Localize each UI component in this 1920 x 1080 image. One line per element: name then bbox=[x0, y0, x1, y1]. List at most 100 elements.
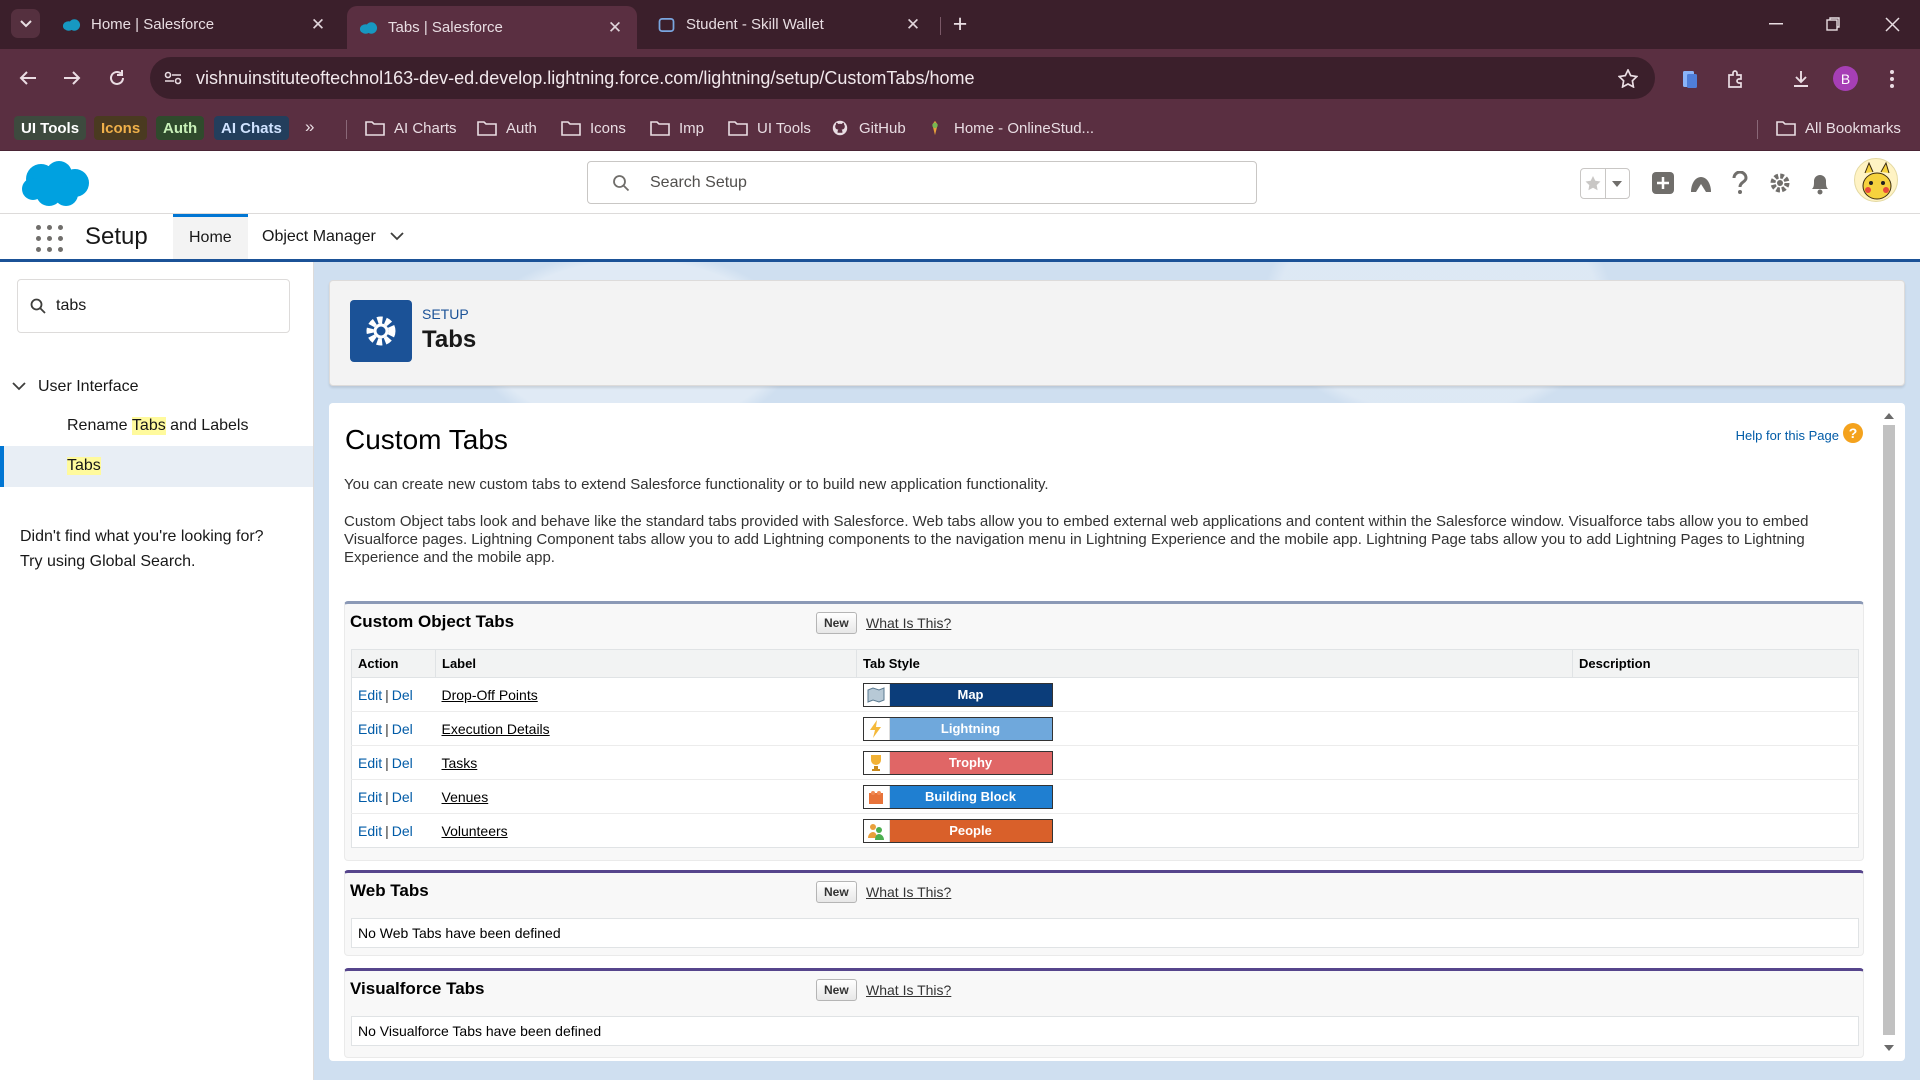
new-tab-plus-icon[interactable]: + bbox=[947, 12, 973, 38]
delete-link[interactable]: Del bbox=[392, 789, 413, 805]
help-question-icon[interactable]: ? bbox=[1843, 423, 1863, 443]
tree-item-tabs[interactable]: Tabs bbox=[67, 457, 101, 475]
user-avatar[interactable] bbox=[1854, 158, 1898, 202]
setup-nav-bar: Setup Home Object Manager bbox=[0, 214, 1920, 262]
site-info-icon[interactable] bbox=[158, 63, 188, 93]
chevron-down-icon[interactable] bbox=[390, 228, 404, 246]
minimize-icon[interactable] bbox=[1756, 10, 1796, 38]
scrollbar-thumb[interactable] bbox=[1883, 425, 1895, 1035]
folder-icon bbox=[561, 121, 581, 136]
description-cell bbox=[1572, 745, 1859, 780]
back-arrow-icon[interactable] bbox=[13, 63, 43, 93]
salesforce-logo[interactable] bbox=[19, 159, 91, 209]
edit-link[interactable]: Edit bbox=[358, 721, 382, 737]
profile-avatar[interactable]: B bbox=[1833, 66, 1858, 91]
tree-item-label-prefix: Rename bbox=[67, 417, 132, 434]
label-cell: Venues bbox=[435, 779, 857, 814]
forward-arrow-icon[interactable] bbox=[57, 63, 87, 93]
tab-label-link[interactable]: Tasks bbox=[442, 755, 478, 771]
bookmark-chip-ui-tools[interactable]: UI Tools bbox=[14, 116, 87, 140]
label-cell: Execution Details bbox=[435, 711, 857, 746]
app-launcher-grid-icon[interactable] bbox=[36, 225, 63, 252]
edit-link[interactable]: Edit bbox=[358, 823, 382, 839]
bookmark-chip-icons[interactable]: Icons bbox=[94, 116, 148, 140]
delete-link[interactable]: Del bbox=[392, 755, 413, 771]
edit-link[interactable]: Edit bbox=[358, 687, 382, 703]
notifications-bell-icon[interactable] bbox=[1805, 168, 1835, 198]
bookmark-github[interactable]: GitHub bbox=[830, 115, 906, 141]
close-tab-icon[interactable]: ✕ bbox=[308, 15, 328, 35]
browser-tab-tabs-salesforce[interactable]: Tabs | Salesforce ✕ bbox=[347, 6, 637, 49]
edit-link[interactable]: Edit bbox=[358, 755, 382, 771]
content-scrollbar[interactable] bbox=[1881, 411, 1895, 1051]
tree-item-tabs-selected[interactable] bbox=[0, 446, 313, 487]
setup-gear-icon[interactable] bbox=[1765, 168, 1795, 198]
favorites-dropdown-icon[interactable] bbox=[1604, 169, 1629, 198]
close-tab-icon[interactable]: ✕ bbox=[605, 18, 625, 38]
restore-icon[interactable] bbox=[1813, 10, 1853, 38]
bookmark-star-icon[interactable] bbox=[1613, 63, 1643, 93]
more-bookmarks-chevron-icon[interactable]: » bbox=[305, 117, 314, 137]
salesforce-cloud-icon bbox=[359, 21, 378, 34]
close-window-icon[interactable] bbox=[1872, 10, 1912, 38]
browser-toolbar: vishnuinstituteoftechnol163-dev-ed.devel… bbox=[0, 49, 1920, 107]
scroll-up-arrow-icon[interactable] bbox=[1884, 413, 1894, 419]
scroll-down-arrow-icon[interactable] bbox=[1884, 1045, 1894, 1051]
bookmark-onlinestud[interactable]: Home - OnlineStud... bbox=[925, 115, 1094, 141]
trailhead-icon[interactable] bbox=[1686, 168, 1716, 198]
what-is-this-link[interactable]: What Is This? bbox=[866, 615, 951, 631]
what-is-this-link[interactable]: What Is This? bbox=[866, 982, 951, 998]
favorites-star-icon[interactable] bbox=[1581, 169, 1605, 198]
help-for-this-page-link[interactable]: Help for this Page bbox=[1736, 428, 1839, 443]
extension-docs-icon[interactable] bbox=[1675, 64, 1705, 94]
tab-home[interactable]: Home bbox=[173, 214, 248, 259]
tab-search-chevron-icon[interactable] bbox=[11, 9, 40, 38]
block-title: Custom Object Tabs bbox=[350, 612, 515, 631]
help-question-icon[interactable] bbox=[1725, 168, 1755, 198]
tab-object-manager[interactable]: Object Manager bbox=[262, 214, 404, 259]
tab-style-name: People bbox=[949, 823, 992, 838]
tab-label-link[interactable]: Venues bbox=[442, 789, 489, 805]
what-is-this-link[interactable]: What Is This? bbox=[866, 884, 951, 900]
new-visualforce-tab-button[interactable]: New bbox=[816, 979, 857, 1001]
edit-link[interactable]: Edit bbox=[358, 789, 382, 805]
new-web-tab-button[interactable]: New bbox=[816, 881, 857, 903]
tab-label-link[interactable]: Volunteers bbox=[442, 823, 508, 839]
favorites-button-group[interactable] bbox=[1580, 168, 1630, 199]
bookmark-chip-ai-chats[interactable]: AI Chats bbox=[214, 116, 289, 140]
global-actions-plus-icon[interactable] bbox=[1648, 168, 1678, 198]
delete-link[interactable]: Del bbox=[392, 721, 413, 737]
all-bookmarks[interactable]: All Bookmarks bbox=[1776, 115, 1901, 141]
extensions-puzzle-icon[interactable] bbox=[1721, 64, 1751, 94]
tab-label-link[interactable]: Execution Details bbox=[442, 721, 550, 737]
browser-tab-skill-wallet[interactable]: Student - Skill Wallet ✕ bbox=[645, 6, 935, 43]
new-custom-object-tab-button[interactable]: New bbox=[816, 612, 857, 634]
download-icon[interactable] bbox=[1786, 64, 1816, 94]
setup-tree-sidebar: User Interface Rename Tabs and Labels Ta… bbox=[0, 262, 314, 1080]
bookmark-folder-ai-charts[interactable]: AI Charts bbox=[365, 115, 457, 141]
close-tab-icon[interactable]: ✕ bbox=[903, 15, 923, 35]
quick-find-input[interactable] bbox=[56, 297, 256, 315]
chevron-down-icon[interactable] bbox=[12, 378, 26, 396]
bookmark-folder-ui-tools[interactable]: UI Tools bbox=[728, 115, 811, 141]
table-row: Edit | Del Tasks Trophy bbox=[351, 745, 1859, 780]
browser-tab-home-salesforce[interactable]: Home | Salesforce ✕ bbox=[50, 6, 340, 43]
url-text: vishnuinstituteoftechnol163-dev-ed.devel… bbox=[196, 67, 975, 88]
tab-style-swatch: Map bbox=[862, 682, 1053, 707]
quick-find-box[interactable] bbox=[17, 279, 290, 333]
delete-link[interactable]: Del bbox=[392, 687, 413, 703]
browser-menu-icon[interactable] bbox=[1877, 64, 1907, 94]
tree-item-rename-tabs-and-labels[interactable]: Rename Tabs and Labels bbox=[67, 417, 248, 435]
bookmark-folder-auth[interactable]: Auth bbox=[477, 115, 537, 141]
bookmark-folder-icons[interactable]: Icons bbox=[561, 115, 626, 141]
reload-icon[interactable] bbox=[102, 63, 132, 93]
address-bar[interactable]: vishnuinstituteoftechnol163-dev-ed.devel… bbox=[150, 57, 1655, 99]
tree-node-user-interface[interactable]: User Interface bbox=[12, 378, 138, 396]
bookmark-chip-auth[interactable]: Auth bbox=[156, 116, 205, 140]
setup-search-input[interactable]: Search Setup bbox=[587, 161, 1257, 204]
setup-gear-icon bbox=[350, 300, 412, 362]
delete-link[interactable]: Del bbox=[392, 823, 413, 839]
bookmark-label: AI Chats bbox=[221, 119, 282, 137]
bookmark-folder-imp[interactable]: Imp bbox=[650, 115, 704, 141]
tab-label-link[interactable]: Drop-Off Points bbox=[442, 687, 538, 703]
